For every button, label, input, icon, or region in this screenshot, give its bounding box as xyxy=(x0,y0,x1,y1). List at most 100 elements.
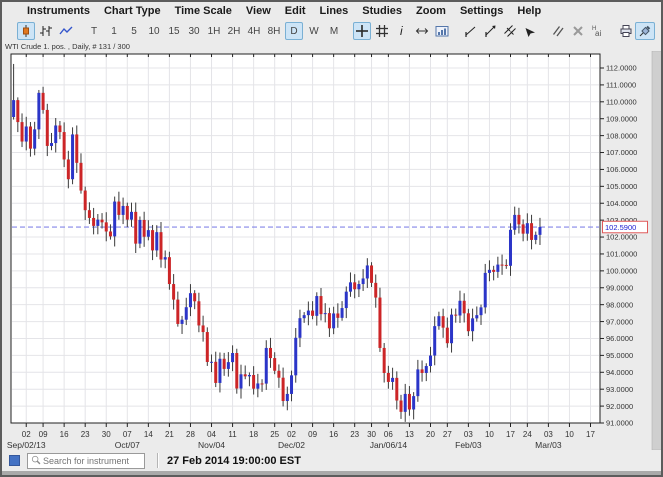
svg-text:112.0000: 112.0000 xyxy=(606,64,637,73)
svg-text:108.0000: 108.0000 xyxy=(606,131,637,140)
last-update-timestamp: 27 Feb 2014 19:00:00 EST xyxy=(167,454,301,467)
info-icon: i xyxy=(395,24,409,38)
svg-text:102.5900: 102.5900 xyxy=(605,223,636,232)
chart-application-window: Instruments Chart Type Time Scale View Edit L… xyxy=(0,0,663,477)
svg-text:95.0000: 95.0000 xyxy=(606,351,633,360)
info-button[interactable]: i xyxy=(393,22,411,40)
parallel-lines-icon xyxy=(551,24,565,38)
timeframe-5-button[interactable]: 5 xyxy=(125,22,143,40)
channel-button[interactable] xyxy=(501,22,519,40)
pin-button[interactable] xyxy=(635,22,655,40)
svg-text:23: 23 xyxy=(81,430,90,439)
timeframe-1H-button[interactable]: 1H xyxy=(205,22,223,40)
chart-title: WTI Crude 1. pos. , Daily, # 131 / 300 xyxy=(5,42,130,51)
svg-text:21: 21 xyxy=(165,430,174,439)
timeframe-2H-button[interactable]: 2H xyxy=(225,22,243,40)
pointer-arrow-icon xyxy=(523,24,537,38)
menu-edit[interactable]: Edit xyxy=(280,4,311,18)
print-icon xyxy=(619,24,633,38)
status-bar: 27 Feb 2014 19:00:00 EST xyxy=(2,450,661,471)
svg-text:13: 13 xyxy=(405,430,414,439)
svg-text:18: 18 xyxy=(249,430,258,439)
ohlc-bars-icon xyxy=(39,24,53,38)
svg-text:23: 23 xyxy=(350,430,359,439)
svg-text:i: i xyxy=(400,24,403,38)
svg-text:30: 30 xyxy=(367,430,376,439)
svg-text:11: 11 xyxy=(228,430,237,439)
svg-text:92.0000: 92.0000 xyxy=(606,402,633,411)
svg-text:03: 03 xyxy=(544,430,553,439)
timeframe-1-button[interactable]: 1 xyxy=(105,22,123,40)
chart-area[interactable]: 02 09 16 23 30 07 14 21 28 04 11 18 25 02 09 16 23 30 06 13… xyxy=(2,50,663,451)
timeframe-15-button[interactable]: 15 xyxy=(165,22,183,40)
svg-text:Jan/06/14: Jan/06/14 xyxy=(370,440,408,450)
svg-text:96.0000: 96.0000 xyxy=(606,334,633,343)
svg-text:16: 16 xyxy=(60,430,69,439)
svg-text:02: 02 xyxy=(287,430,296,439)
svg-text:98.0000: 98.0000 xyxy=(606,300,633,309)
menu-zoom[interactable]: Zoom xyxy=(411,4,451,18)
svg-text:93.0000: 93.0000 xyxy=(606,385,633,394)
menu-view[interactable]: View xyxy=(241,4,276,18)
menu-help[interactable]: Help xyxy=(512,4,546,18)
svg-text:109.0000: 109.0000 xyxy=(606,114,637,123)
pin-icon xyxy=(638,24,652,38)
svg-text:09: 09 xyxy=(308,430,317,439)
print-button[interactable] xyxy=(617,22,635,40)
timeframe-4H-button[interactable]: 4H xyxy=(245,22,263,40)
svg-text:106.0000: 106.0000 xyxy=(606,165,637,174)
svg-text:97.0000: 97.0000 xyxy=(606,317,633,326)
text-label-button[interactable]: Hai xyxy=(589,22,607,40)
ohlc-bars-button[interactable] xyxy=(37,22,55,40)
svg-text:27: 27 xyxy=(443,430,452,439)
svg-text:24: 24 xyxy=(523,430,532,439)
menu-studies[interactable]: Studies xyxy=(357,4,407,18)
menu-chart-type[interactable]: Chart Type xyxy=(99,4,166,18)
menu-settings[interactable]: Settings xyxy=(455,4,508,18)
timeframe-W-button[interactable]: W xyxy=(305,22,323,40)
parallel-lines-button[interactable] xyxy=(549,22,567,40)
menu-bar: Instruments Chart Type Time Scale View Edit L… xyxy=(2,2,661,20)
svg-text:10: 10 xyxy=(565,430,574,439)
menu-instruments[interactable]: Instruments xyxy=(22,4,95,18)
timeframe-M-button[interactable]: M xyxy=(325,22,343,40)
svg-text:104.0000: 104.0000 xyxy=(606,199,637,208)
timeframe-30-button[interactable]: 30 xyxy=(185,22,203,40)
svg-text:102.0000: 102.0000 xyxy=(606,233,637,242)
timeframe-8H-button[interactable]: 8H xyxy=(265,22,283,40)
price-axis[interactable]: 91.0000 92.0000 93.0000 94.0000 95.0000 96.00… xyxy=(600,64,637,428)
svg-text:Sep/02/13: Sep/02/13 xyxy=(7,440,46,450)
delete-drawing-button[interactable] xyxy=(569,22,587,40)
trend-line-button[interactable] xyxy=(461,22,479,40)
candlestick-chart-button[interactable] xyxy=(17,22,35,40)
crosshair-icon xyxy=(355,24,369,38)
grid-button[interactable] xyxy=(373,22,391,40)
candlestick-chart-icon xyxy=(19,24,33,38)
svg-text:105.0000: 105.0000 xyxy=(606,182,637,191)
crosshair-button[interactable] xyxy=(353,22,371,40)
svg-text:110.0000: 110.0000 xyxy=(606,98,637,107)
svg-text:91.0000: 91.0000 xyxy=(606,419,633,428)
ray-line-button[interactable] xyxy=(481,22,499,40)
pointer-arrow-button[interactable] xyxy=(521,22,539,40)
svg-text:04: 04 xyxy=(207,430,216,439)
app-logo-icon xyxy=(9,455,20,466)
volume-button[interactable] xyxy=(433,22,451,40)
ray-line-icon xyxy=(483,24,497,38)
price-chart[interactable]: 02 09 16 23 30 07 14 21 28 04 11 18 25 02 09 16 23 30 06 13… xyxy=(2,50,663,451)
search-input[interactable] xyxy=(41,454,141,467)
timeframe-D-button[interactable]: D xyxy=(285,22,303,40)
svg-text:14: 14 xyxy=(144,430,153,439)
instrument-search-box[interactable] xyxy=(27,452,145,469)
expand-horizontal-button[interactable] xyxy=(413,22,431,40)
menu-lines[interactable]: Lines xyxy=(315,4,354,18)
svg-text:20: 20 xyxy=(426,430,435,439)
timeframe-T-button[interactable]: T xyxy=(85,22,103,40)
timeframe-10-button[interactable]: 10 xyxy=(145,22,163,40)
svg-text:100.0000: 100.0000 xyxy=(606,267,637,276)
line-chart-button[interactable] xyxy=(57,22,75,40)
menu-time-scale[interactable]: Time Scale xyxy=(170,4,237,18)
svg-text:16: 16 xyxy=(329,430,338,439)
grid-icon xyxy=(375,24,389,38)
volume-icon xyxy=(435,24,449,38)
